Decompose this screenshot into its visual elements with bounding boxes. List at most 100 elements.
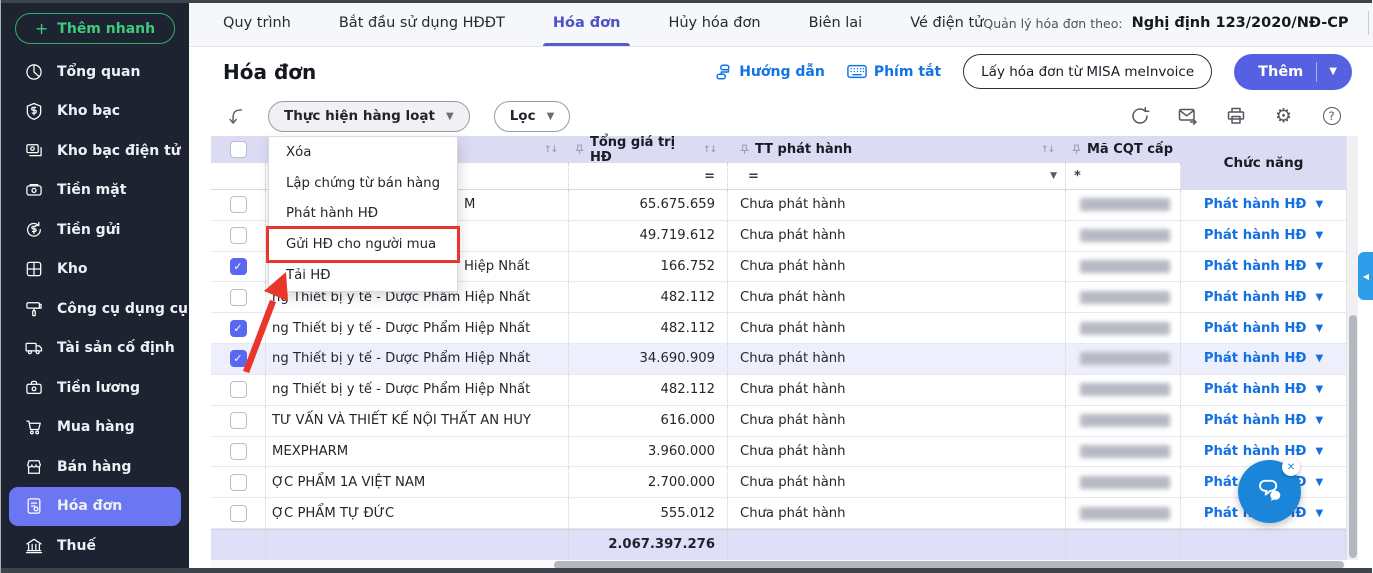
column-header-status[interactable]: TT phát hành ↑↓ [728, 136, 1066, 163]
select-all-checkbox[interactable] [230, 141, 247, 158]
e-treasury-icon [23, 140, 44, 161]
bulk-menu-item[interactable]: Phát hành HĐ [269, 199, 457, 230]
sidebar-item[interactable]: Kho [1, 250, 189, 290]
filter-status-input[interactable]: = ▼ [728, 163, 1066, 189]
issue-invoice-action[interactable]: Phát hành HĐ ▼ [1204, 228, 1323, 243]
regulation-selector: Quản lý hóa đơn theo: Nghị định 123/2020… [983, 11, 1373, 36]
help-icon[interactable]: ? [1321, 106, 1342, 127]
sidebar-item[interactable]: Tài sản cố định [1, 329, 189, 369]
issue-invoice-action[interactable]: Phát hành HĐ ▼ [1204, 413, 1323, 428]
topbar-tab[interactable]: Bắt đầu sử dụng HĐĐT [339, 0, 505, 46]
refresh-icon[interactable] [1129, 106, 1150, 127]
tax-icon [23, 535, 44, 556]
table-footer-row: 2.067.397.276 [211, 529, 1346, 560]
issue-invoice-action[interactable]: Phát hành HĐ ▼ [1204, 259, 1323, 274]
bulk-menu-item[interactable]: Xóa [269, 137, 457, 168]
sort-icon[interactable]: ↑↓ [544, 145, 563, 155]
row-checkbox[interactable] [230, 505, 247, 522]
sort-flow-icon[interactable] [227, 106, 248, 127]
row-checkbox[interactable] [230, 412, 247, 429]
shortcuts-link[interactable]: Phím tắt [847, 64, 941, 80]
chat-close-button[interactable]: ✕ [1282, 458, 1300, 476]
filter-button[interactable]: Lọc ▼ [494, 101, 571, 132]
sidebar-item[interactable]: Thuế [1, 526, 189, 566]
filter-operator[interactable]: * [1066, 169, 1081, 184]
expand-panel-tab[interactable]: ◀ [1358, 252, 1373, 300]
sidebar-item[interactable]: Tiền gửi [1, 210, 189, 250]
cqt-code-cell [1066, 282, 1181, 312]
window-bottom-edge [1, 568, 1372, 573]
sidebar-item[interactable]: Kho bạc [1, 92, 189, 132]
blurred-cqt-value [1080, 476, 1170, 489]
row-checkbox[interactable] [230, 258, 247, 275]
get-invoice-meinvoice-button[interactable]: Lấy hóa đơn từ MISA meInvoice [963, 54, 1212, 89]
sidebar-item[interactable]: Hóa đơn [9, 487, 181, 527]
filter-cqt-input[interactable]: * [1066, 163, 1181, 189]
blurred-cqt-value [1080, 414, 1170, 427]
settings-gear-icon[interactable]: ⚙ [1273, 106, 1294, 127]
pin-icon[interactable] [1072, 144, 1081, 155]
filter-operator[interactable]: = [696, 169, 715, 184]
sidebar-item[interactable]: Mua hàng [1, 408, 189, 448]
topbar-tab[interactable]: Biên lai [809, 0, 863, 46]
vertical-scrollbar-thumb[interactable] [1349, 315, 1357, 558]
row-checkbox[interactable] [230, 196, 247, 213]
bulk-menu-item[interactable]: Gửi HĐ cho người mua [269, 229, 457, 260]
chevron-down-icon[interactable]: ▼ [1317, 66, 1352, 77]
chevron-down-icon: ▼ [1315, 508, 1323, 519]
pin-icon[interactable] [575, 144, 584, 155]
column-header-cqt[interactable]: Mã CQT cấp [1066, 136, 1181, 163]
topbar-tab[interactable]: Hóa đơn [553, 0, 621, 46]
issue-status-cell: Chưa phát hành [728, 498, 1066, 528]
chevron-down-icon[interactable]: ▼ [1050, 171, 1065, 181]
sidebar-item[interactable]: Tổng quan [1, 52, 189, 92]
row-checkbox[interactable] [230, 443, 247, 460]
row-checkbox[interactable] [230, 227, 247, 244]
topbar-tab[interactable]: Vé điện tử [910, 0, 983, 46]
sidebar-item-label: Hóa đơn [57, 498, 122, 514]
quick-add-button[interactable]: + Thêm nhanh [15, 13, 175, 44]
issue-invoice-action[interactable]: Phát hành HĐ ▼ [1204, 382, 1323, 397]
filter-operator[interactable]: = [740, 169, 759, 184]
row-checkbox[interactable] [230, 474, 247, 491]
sidebar-item[interactable]: Bán hàng [1, 447, 189, 487]
bulk-actions-button[interactable]: Thực hiện hàng loạt ▼ [268, 101, 470, 132]
send-email-icon[interactable] [1177, 106, 1198, 127]
sort-icon[interactable]: ↑↓ [703, 145, 716, 155]
row-checkbox[interactable] [230, 350, 247, 367]
issue-invoice-action[interactable]: Phát hành HĐ ▼ [1204, 444, 1323, 459]
bulk-menu-item[interactable]: Tải HĐ [269, 260, 457, 291]
issue-invoice-action[interactable]: Phát hành HĐ ▼ [1204, 197, 1323, 212]
payroll-icon [23, 377, 44, 398]
row-checkbox[interactable] [230, 381, 247, 398]
pin-icon[interactable] [740, 144, 749, 155]
guide-link[interactable]: Hướng dẫn [714, 63, 825, 81]
cqt-code-cell [1066, 467, 1181, 497]
sort-icon[interactable]: ↑↓ [1041, 145, 1060, 155]
topbar-tab[interactable]: Quy trình [223, 0, 291, 46]
blurred-cqt-value [1080, 383, 1170, 396]
sidebar-item-label: Tài sản cố định [57, 340, 175, 356]
topbar-tab[interactable]: Hủy hóa đơn [668, 0, 760, 46]
issue-invoice-action[interactable]: Phát hành HĐ ▼ [1204, 321, 1323, 336]
filter-total-input[interactable]: = [569, 163, 728, 189]
actions-cell: Phát hành HĐ ▼ [1181, 252, 1346, 282]
row-checkbox[interactable] [230, 289, 247, 306]
row-checkbox[interactable] [230, 320, 247, 337]
column-header-total[interactable]: Tổng giá trị HĐ ↑↓ [569, 136, 728, 163]
sidebar-item[interactable]: Tiền lương [1, 368, 189, 408]
print-icon[interactable] [1225, 106, 1246, 127]
sidebar-item-label: Công cụ dụng cụ [57, 301, 188, 317]
chevron-down-icon: ▼ [1315, 261, 1323, 272]
issue-status-cell: Chưa phát hành [728, 344, 1066, 374]
issue-invoice-action[interactable]: Phát hành HĐ ▼ [1204, 290, 1323, 305]
chat-support-widget[interactable]: ✕ [1238, 460, 1301, 523]
issue-invoice-action[interactable]: Phát hành HĐ ▼ [1204, 351, 1323, 366]
add-button[interactable]: Thêm ▼ [1234, 54, 1352, 90]
vertical-scrollbar [1346, 136, 1358, 560]
sidebar-item-label: Kho bạc [57, 103, 120, 119]
sidebar-item[interactable]: Công cụ dụng cụ [1, 289, 189, 329]
sidebar-item[interactable]: Kho bạc điện tử [1, 131, 189, 171]
sidebar-item[interactable]: Tiền mặt [1, 171, 189, 211]
bulk-menu-item[interactable]: Lập chứng từ bán hàng [269, 168, 457, 199]
